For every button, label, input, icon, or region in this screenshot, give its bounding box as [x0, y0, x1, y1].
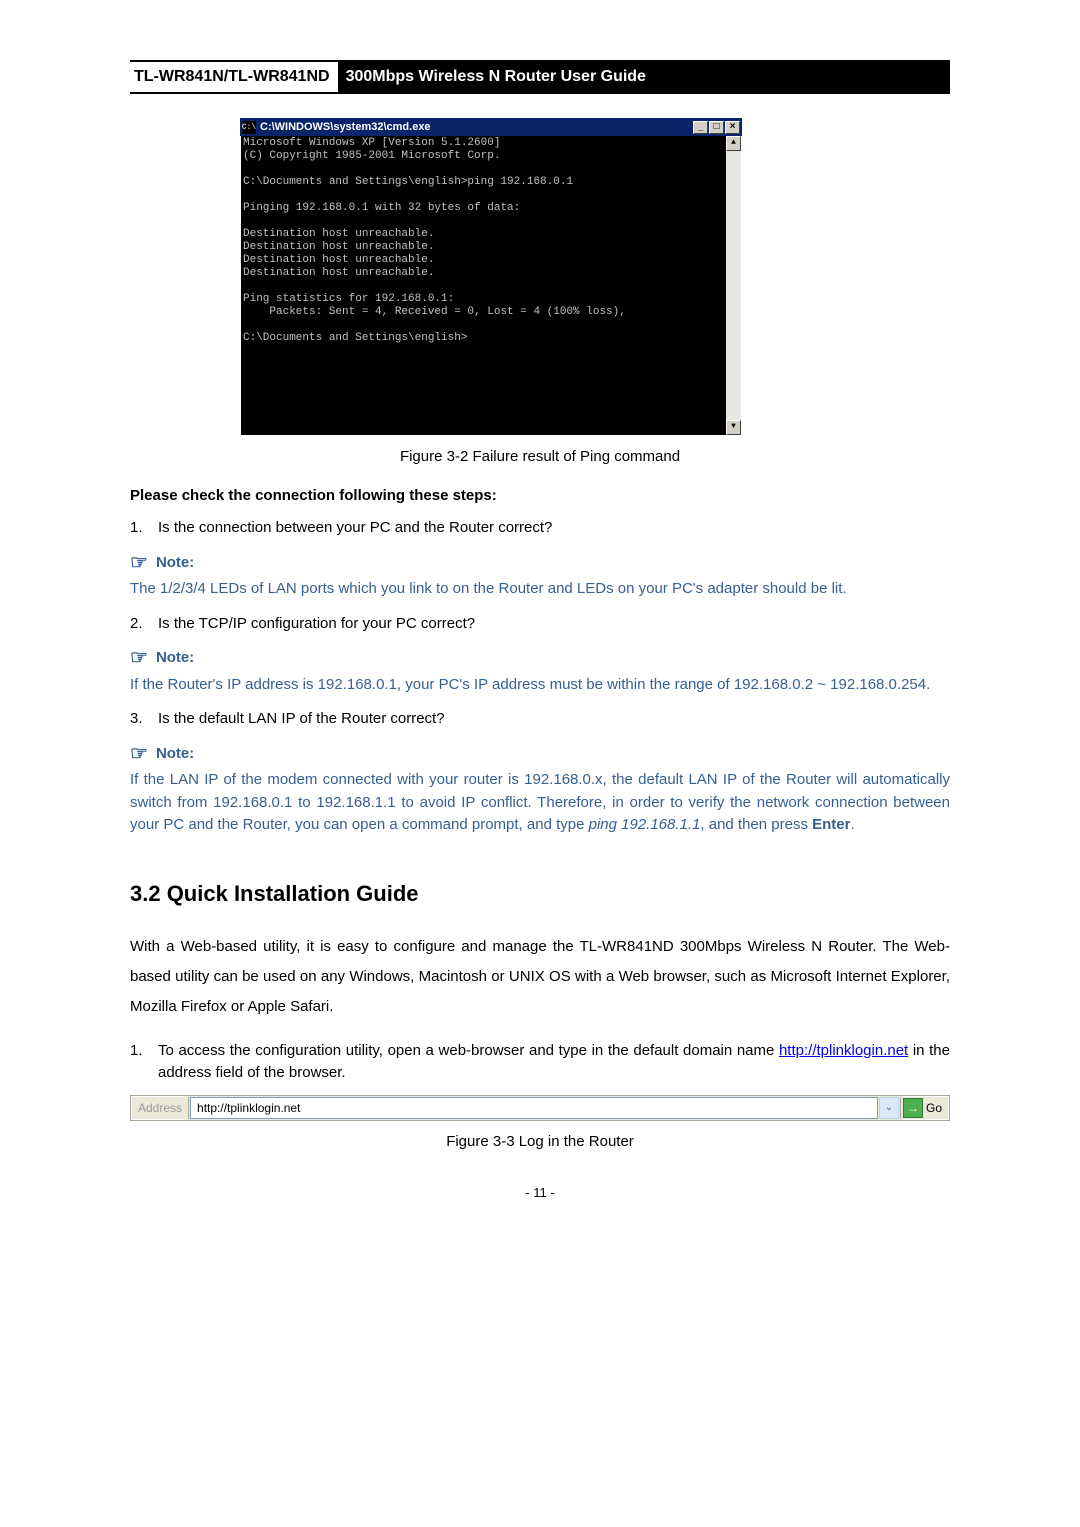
note-label: Note: — [156, 552, 194, 575]
note-icon: ☞ — [130, 744, 148, 764]
cmd-window: C:\ C:\WINDOWS\system32\cmd.exe _ □ × Mi… — [240, 118, 742, 436]
step-1: 1. Is the connection between your PC and… — [130, 517, 950, 540]
go-label: Go — [926, 1099, 942, 1117]
address-bar: Address http://tplinklogin.net ⌄ → Go — [130, 1095, 950, 1121]
note-3-ping: ping 192.168.1.1 — [589, 816, 701, 833]
note-icon: ☞ — [130, 648, 148, 668]
step-number: 3. — [130, 708, 158, 731]
note-heading: ☞ Note: — [130, 552, 950, 575]
header-model: TL-WR841N/TL-WR841ND — [130, 62, 338, 92]
close-button[interactable]: × — [725, 121, 740, 134]
step-number: 1. — [130, 517, 158, 540]
note-2-text: If the Router's IP address is 192.168.0.… — [130, 674, 950, 697]
scroll-up-button[interactable]: ▲ — [726, 136, 741, 151]
step-text: Is the TCP/IP configuration for your PC … — [158, 613, 950, 636]
note-3-text: If the LAN IP of the modem connected wit… — [130, 769, 950, 837]
address-input[interactable]: http://tplinklogin.net — [190, 1097, 878, 1119]
step-2: 2. Is the TCP/IP configuration for your … — [130, 613, 950, 636]
figure-3-2-caption: Figure 3-2 Failure result of Ping comman… — [130, 446, 950, 469]
note-heading: ☞ Note: — [130, 647, 950, 670]
step-text: Is the default LAN IP of the Router corr… — [158, 708, 950, 731]
address-url: http://tplinklogin.net — [197, 1099, 300, 1117]
arrow-right-icon: → — [903, 1098, 923, 1118]
section-3-2-heading: 3.2 Quick Installation Guide — [130, 877, 950, 910]
access-step-1: 1. To access the configuration utility, … — [130, 1040, 950, 1085]
note-3-text-c: . — [850, 816, 854, 833]
page-number: - 11 - — [130, 1183, 950, 1203]
address-dropdown[interactable]: ⌄ — [879, 1097, 899, 1119]
note-heading: ☞ Note: — [130, 743, 950, 766]
note-3-enter: Enter — [812, 816, 850, 833]
figure-3-3-caption: Figure 3-3 Log in the Router — [130, 1131, 950, 1154]
cmd-title-text: C:\WINDOWS\system32\cmd.exe — [260, 121, 692, 134]
header-title: 300Mbps Wireless N Router User Guide — [338, 62, 950, 92]
note-icon: ☞ — [130, 553, 148, 573]
step-number: 1. — [130, 1040, 158, 1085]
step-text: Is the connection between your PC and th… — [158, 517, 950, 540]
cmd-icon: C:\ — [242, 121, 256, 134]
cmd-body: Microsoft Windows XP [Version 5.1.2600] … — [240, 136, 742, 436]
note-label: Note: — [156, 743, 194, 766]
step-text: To access the configuration utility, ope… — [158, 1040, 950, 1085]
cmd-scrollbar[interactable]: ▲ ▼ — [726, 136, 741, 435]
step-3: 3. Is the default LAN IP of the Router c… — [130, 708, 950, 731]
minimize-button[interactable]: _ — [693, 121, 708, 134]
access-text-a: To access the configuration utility, ope… — [158, 1042, 779, 1059]
step-number: 2. — [130, 613, 158, 636]
doc-header: TL-WR841N/TL-WR841ND 300Mbps Wireless N … — [130, 60, 950, 94]
tplink-link[interactable]: http://tplinklogin.net — [779, 1042, 908, 1059]
maximize-button[interactable]: □ — [709, 121, 724, 134]
intro-paragraph: With a Web-based utility, it is easy to … — [130, 932, 950, 1022]
scroll-track[interactable] — [726, 151, 741, 420]
scroll-down-button[interactable]: ▼ — [726, 420, 741, 435]
go-button[interactable]: → Go — [900, 1096, 949, 1120]
address-label: Address — [131, 1096, 189, 1120]
cmd-titlebar: C:\ C:\WINDOWS\system32\cmd.exe _ □ × — [240, 118, 742, 136]
note-1-text: The 1/2/3/4 LEDs of LAN ports which you … — [130, 578, 950, 601]
note-label: Note: — [156, 647, 194, 670]
note-3-text-b: , and then press — [700, 816, 812, 833]
cmd-output: Microsoft Windows XP [Version 5.1.2600] … — [243, 137, 739, 423]
check-heading: Please check the connection following th… — [130, 485, 950, 508]
chevron-down-icon: ⌄ — [885, 1100, 893, 1115]
